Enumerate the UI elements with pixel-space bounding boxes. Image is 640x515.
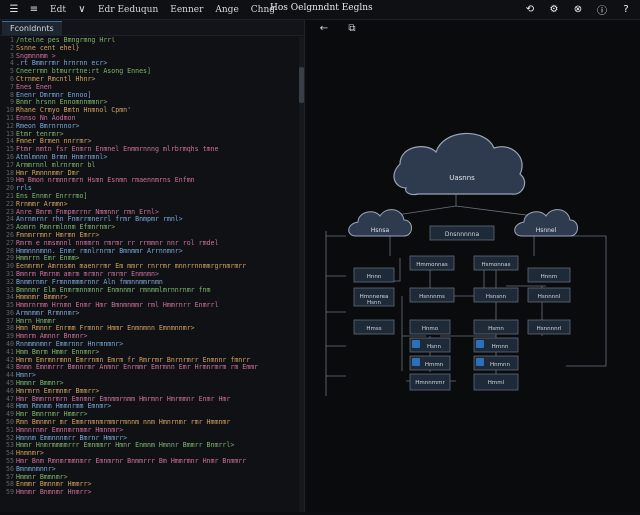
node-ml-1-label: Hnnn: [367, 274, 382, 280]
node-ml-2-label: Hsnnnms: [419, 294, 445, 300]
node-r4-b-label: Hrnnn: [492, 344, 509, 350]
node-r1-b-label: Hsmonnas: [482, 262, 511, 268]
node-bot-b-label: Hmml: [488, 380, 505, 386]
svg-text:Dnsnnnnna: Dnsnnnnna: [445, 231, 480, 238]
app-icon-2: [476, 340, 484, 348]
menu-item-edit[interactable]: Edt: [44, 5, 72, 15]
editor-tab[interactable]: Fconldnnts: [2, 21, 62, 35]
title-bar: ☰ ≡ Edt ∨ Edr Eeduqun Eenner Ange Chng H…: [0, 0, 640, 20]
editor-tabbar: Fconldnnts: [0, 20, 304, 36]
node-mr-1-label: Hnnrn: [541, 274, 558, 280]
close-icon[interactable]: ⊗: [571, 2, 585, 16]
left-cloud: Hsnsa: [348, 209, 412, 237]
node-ml-4-label: Hsnn: [367, 300, 381, 306]
preview-toolbar: ← ⧉: [306, 20, 640, 36]
code-text[interactable]: Hm Bmon nrmnnrmrn Hsmn Esnmn rmaennmrns …: [16, 177, 195, 185]
app-icon-4: [476, 358, 484, 366]
diagram-preview: ← ⧉ Uasnns Hsnsa Hsnnel Dnsnnnnna Hmmonn…: [306, 20, 640, 512]
node-r5-a-label: Hmmn: [425, 362, 444, 368]
code-editor[interactable]: Fconldnnts 1 /ntelne pes Bmngrmng Hrrl 2 …: [0, 20, 305, 512]
center-box: Dnsnnnnna: [429, 225, 495, 241]
node-mr-3-label: Hsnnnnl: [538, 294, 561, 300]
editor-scrollbar[interactable]: [299, 37, 304, 512]
code-line[interactable]: 19 Hm Bmon nrmnnrmrn Hsmn Esnmn rmaennmr…: [0, 177, 300, 185]
line-number: 59: [6, 488, 14, 497]
help-icon[interactable]: ?: [619, 2, 633, 16]
code-area[interactable]: 1 /ntelne pes Bmngrmng Hrrl 2 Ssnne cent …: [0, 37, 300, 512]
node-r5-b-label: Hnmnn: [490, 362, 510, 368]
node-r1-a-label: Hmmonnas: [416, 262, 448, 268]
right-cloud: Hsnnel: [514, 209, 578, 237]
code-line[interactable]: 53 Hmmr Hnmrmmmmrrr Emnmmrr Hmnr Enmnm H…: [0, 442, 300, 450]
menu-item-3[interactable]: Ange: [209, 5, 244, 15]
top-cloud-label: Uasnns: [449, 174, 475, 182]
code-text[interactable]: Hmmr Hnmrmmmmrrr Emnmmrr Hmnr Enmnm Hmnn…: [16, 442, 234, 450]
chevron-down-icon[interactable]: ∨: [75, 3, 89, 17]
info-icon[interactable]: ⓘ: [595, 2, 609, 17]
scrollbar-thumb[interactable]: [299, 67, 304, 103]
code-text[interactable]: Bnmn Emnmrrr Bmnnrmr Anmnr Enrmmr Emrmnn…: [16, 364, 258, 372]
node-r4-a-label: Hsnn: [427, 344, 441, 350]
node-mr-2-label: Hsnsnn: [486, 294, 507, 300]
arrow-left-icon[interactable]: ←: [317, 21, 331, 35]
menu-icon[interactable]: ☰: [7, 3, 21, 17]
code-text[interactable]: Hmnmr Bnmnmr Hnmrr>: [16, 488, 91, 497]
node-bot-a-label: Hmnnmmr: [415, 380, 445, 386]
window-icon[interactable]: ⧉: [345, 21, 359, 35]
architecture-diagram: Uasnns Hsnsa Hsnnel Dnsnnnnna Hmmonnas H…: [325, 132, 607, 396]
top-cloud: Uasnns: [393, 132, 526, 196]
left-cloud-label: Hsnsa: [371, 227, 390, 234]
window-title: Hos Oelgnndnt Eeglns: [270, 3, 373, 13]
code-line[interactable]: 43 Bnmn Emnmrrr Bmnnrmr Anmnr Enrmmr Emr…: [0, 364, 300, 372]
node-r3-a-label: Hmss: [366, 326, 381, 332]
app-icon-1: [412, 340, 420, 348]
node-r3-c-label: Hsmn: [488, 326, 504, 332]
settings-icon[interactable]: ⚙: [547, 2, 561, 16]
node-r3-d-label: Hsnnnnrl: [537, 326, 562, 332]
code-line[interactable]: 59 Hmnmr Bnmnmr Hnmrr>: [0, 488, 300, 497]
menu-item-2[interactable]: Eenner: [164, 5, 209, 15]
back-icon[interactable]: ⟲: [523, 2, 537, 16]
menu-item-1[interactable]: Edr Eeduqun: [92, 5, 164, 15]
hamburger-icon[interactable]: ≡: [27, 3, 41, 17]
node-r3-b-label: Hnmo: [422, 326, 439, 332]
app-icon-3: [412, 358, 420, 366]
right-cloud-label: Hsnnel: [536, 227, 557, 234]
